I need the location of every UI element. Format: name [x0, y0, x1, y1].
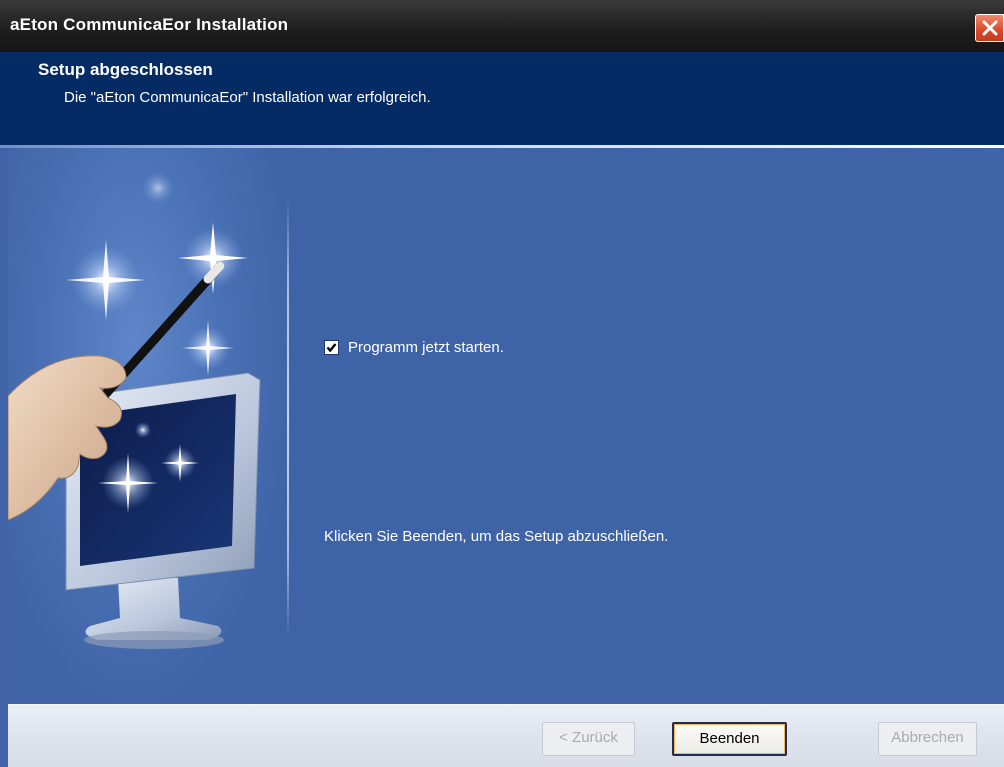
- vertical-divider: [287, 198, 289, 638]
- finish-instruction: Klicken Sie Beenden, um das Setup abzusc…: [324, 528, 669, 545]
- window-title: aEton CommunicaEor Installation: [10, 15, 289, 34]
- title-bar[interactable]: aEton CommunicaEor Installation: [0, 0, 1004, 52]
- wand-monitor-illustration: [7, 148, 290, 704]
- cancel-button[interactable]: Abbrechen: [878, 722, 977, 756]
- header-title: Setup abgeschlossen: [38, 60, 213, 79]
- header-subtitle: Die "aEton CommunicaEor" Installation wa…: [64, 89, 431, 106]
- wizard-content: Programm jetzt starten. Klicken Sie Been…: [7, 148, 1004, 704]
- finish-button[interactable]: Beenden: [672, 722, 787, 756]
- start-program-label[interactable]: Programm jetzt starten.: [348, 339, 504, 356]
- installer-window: aEton CommunicaEor Installation Setup ab…: [0, 0, 1004, 767]
- button-bar: < Zurück Beenden Abbrechen: [8, 704, 1004, 767]
- start-program-option[interactable]: Programm jetzt starten.: [324, 339, 504, 356]
- start-program-checkbox[interactable]: [324, 340, 339, 355]
- back-button[interactable]: < Zurück: [542, 722, 635, 756]
- close-button[interactable]: [975, 14, 1004, 42]
- wizard-header: Setup abgeschlossen Die "aEton Communica…: [0, 52, 1004, 145]
